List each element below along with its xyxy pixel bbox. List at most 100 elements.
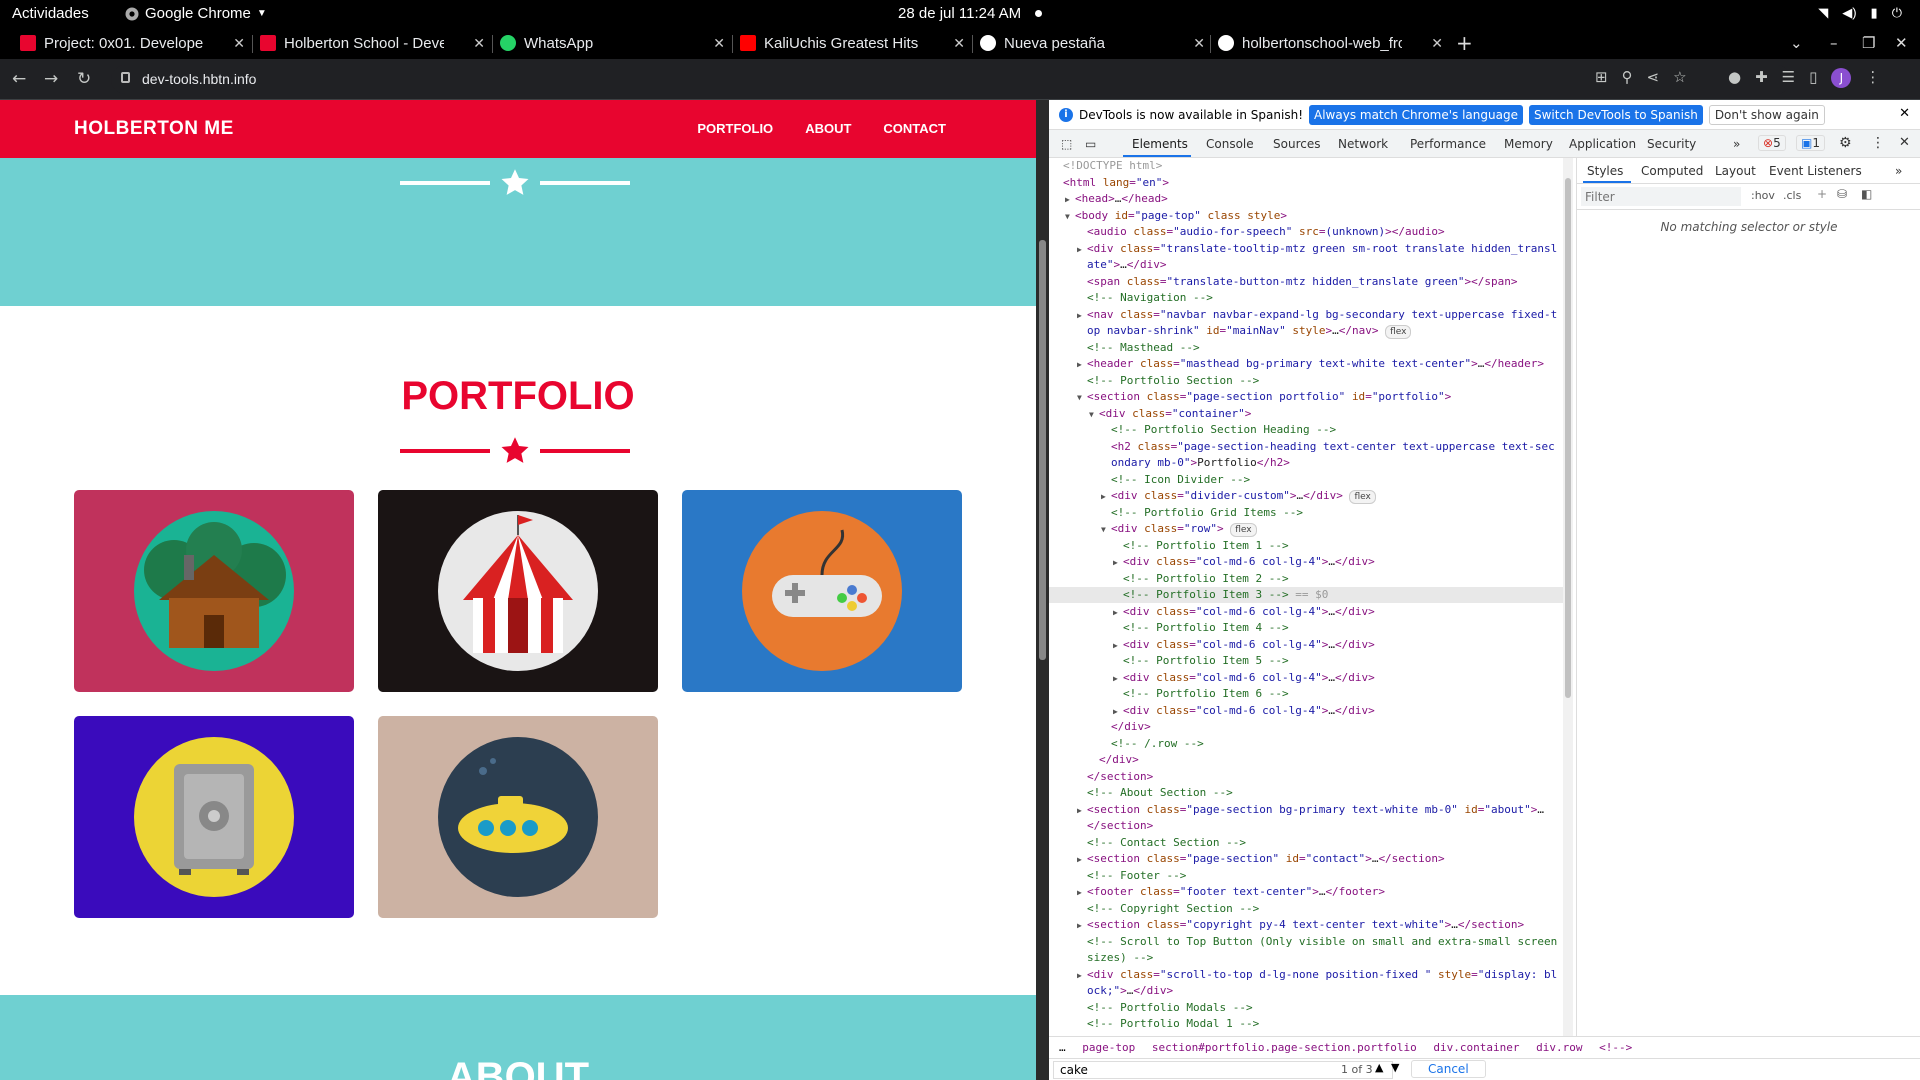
- dom-node-line[interactable]: <!-- Icon Divider -->: [1049, 472, 1568, 488]
- browser-tab[interactable]: WhatsApp ✕: [500, 27, 725, 59]
- close-tab-icon[interactable]: ✕: [1193, 35, 1205, 52]
- tab-console[interactable]: Console: [1206, 137, 1254, 151]
- nav-link-portfolio[interactable]: PORTFOLIO: [697, 121, 773, 136]
- expand-arrow-icon[interactable]: ▶: [1077, 357, 1087, 372]
- tab-performance[interactable]: Performance: [1410, 137, 1486, 151]
- switch-to-spanish-button[interactable]: Switch DevTools to Spanish: [1528, 104, 1703, 125]
- dom-node-line[interactable]: ▶ <section class="copyright py-4 text-cen…: [1049, 917, 1568, 933]
- system-tray[interactable]: ◥ ◀) ▮ ⏻: [1818, 5, 1902, 21]
- dom-node-line[interactable]: <!-- Copyright Section -->: [1049, 901, 1568, 917]
- tab-computed[interactable]: Computed: [1641, 164, 1703, 178]
- clock[interactable]: 28 de jul 11:24 AM: [898, 5, 1021, 22]
- dom-node-line[interactable]: <!-- Portfolio Section Heading -->: [1049, 422, 1568, 438]
- expand-arrow-icon[interactable]: ▶: [1077, 308, 1087, 323]
- expand-arrow-icon[interactable]: ▶: [1113, 605, 1123, 620]
- share-icon[interactable]: ⋖: [1647, 68, 1660, 86]
- errors-badge[interactable]: ⊗5: [1758, 135, 1786, 151]
- portfolio-item-cabin[interactable]: [74, 490, 354, 692]
- tab-security[interactable]: Security: [1647, 137, 1696, 151]
- dom-node-line[interactable]: <!-- Masthead -->: [1049, 340, 1568, 356]
- dom-node-line[interactable]: ▶ <nav class="navbar navbar-expand-lg bg-…: [1049, 307, 1568, 323]
- expand-arrow-icon[interactable]: ▼: [1065, 209, 1075, 224]
- nav-link-about[interactable]: ABOUT: [805, 121, 851, 136]
- dom-node-line[interactable]: <!-- Portfolio Item 1 -->: [1049, 538, 1568, 554]
- always-match-language-button[interactable]: Always match Chrome's language: [1309, 104, 1523, 125]
- dom-node-line[interactable]: ▶ <div class="col-md-6 col-lg-4">…</div>: [1049, 670, 1568, 686]
- dom-node-line[interactable]: ate">…</div>: [1049, 257, 1568, 273]
- browser-tab[interactable]: Holberton School - Develo ✕: [260, 27, 485, 59]
- tab-styles[interactable]: Styles: [1587, 164, 1623, 178]
- close-tab-icon[interactable]: ✕: [713, 35, 725, 52]
- close-tab-icon[interactable]: ✕: [233, 35, 245, 52]
- dom-node-line[interactable]: ▶ <section class="page-section bg-primary…: [1049, 802, 1568, 818]
- dom-node-line[interactable]: <!-- Portfolio Grid Items -->: [1049, 505, 1568, 521]
- dom-node-line[interactable]: <!-- Portfolio Item 3 --> == $0: [1049, 587, 1568, 603]
- close-tab-icon[interactable]: ✕: [1431, 35, 1443, 52]
- dom-node-line[interactable]: <!-- Footer -->: [1049, 868, 1568, 884]
- expand-arrow-icon[interactable]: ▶: [1113, 671, 1123, 686]
- minimize-button[interactable]: –: [1830, 27, 1838, 59]
- expand-arrow-icon[interactable]: ▶: [1101, 489, 1111, 504]
- dom-node-line[interactable]: <h2 class="page-section-heading text-cen…: [1049, 439, 1568, 455]
- search-next-icon[interactable]: ▼: [1391, 1061, 1399, 1074]
- tab-network[interactable]: Network: [1338, 137, 1388, 151]
- dom-node-line[interactable]: <!-- Portfolio Item 4 -->: [1049, 620, 1568, 636]
- expand-arrow-icon[interactable]: ▼: [1101, 522, 1111, 537]
- tab-layout[interactable]: Layout: [1715, 164, 1756, 178]
- dont-show-again-button[interactable]: Don't show again: [1708, 104, 1825, 125]
- new-tab-button[interactable]: +: [1456, 27, 1473, 59]
- breadcrumb-item[interactable]: page-top: [1082, 1041, 1135, 1054]
- expand-arrow-icon[interactable]: ▶: [1077, 968, 1087, 983]
- search-cancel-button[interactable]: Cancel: [1411, 1060, 1486, 1078]
- dom-node-line[interactable]: <!-- Contact Section -->: [1049, 835, 1568, 851]
- breadcrumb-item[interactable]: <!-->: [1599, 1041, 1632, 1054]
- expand-arrow-icon[interactable]: ▶: [1065, 192, 1075, 207]
- dom-node-line[interactable]: ▶ <div class="scroll-to-top d-lg-none pos…: [1049, 967, 1568, 983]
- dom-node-line[interactable]: </div>: [1049, 752, 1568, 768]
- dom-node-line[interactable]: <html lang="en">: [1049, 175, 1568, 191]
- dom-node-line[interactable]: </section>: [1049, 818, 1568, 834]
- browser-tab[interactable]: Nueva pestaña ✕: [980, 27, 1205, 59]
- dom-node-line[interactable]: ▶ <div class="col-md-6 col-lg-4">…</div>: [1049, 703, 1568, 719]
- dom-node-line[interactable]: <audio class="audio-for-speech" src=(unk…: [1049, 224, 1568, 240]
- dom-node-line[interactable]: </section>: [1049, 769, 1568, 785]
- translate-icon[interactable]: ⊞: [1595, 68, 1608, 86]
- puzzle-icon[interactable]: ✚: [1755, 68, 1768, 88]
- back-button[interactable]: ←: [12, 69, 26, 89]
- tab-elements[interactable]: Elements: [1132, 137, 1188, 151]
- breadcrumb-item[interactable]: div.container: [1433, 1041, 1519, 1054]
- portfolio-item-game[interactable]: [682, 490, 962, 692]
- dom-node-line[interactable]: <!-- Portfolio Modals -->: [1049, 1000, 1568, 1016]
- dom-node-line[interactable]: ▼ <section class="page-section portfolio"…: [1049, 389, 1568, 405]
- paint-icon[interactable]: ⛁: [1837, 187, 1847, 201]
- devtools-menu-icon[interactable]: ⋮: [1871, 135, 1885, 151]
- browser-tab[interactable]: KaliUchis Greatest Hits ✕: [740, 27, 965, 59]
- expand-arrow-icon[interactable]: ▶: [1113, 555, 1123, 570]
- dom-node-line[interactable]: <!-- Portfolio Item 6 -->: [1049, 686, 1568, 702]
- avatar[interactable]: J: [1831, 68, 1852, 88]
- tab-sources[interactable]: Sources: [1273, 137, 1320, 151]
- dom-node-line[interactable]: </div>: [1049, 719, 1568, 735]
- dom-node-line[interactable]: <!-- About Section -->: [1049, 785, 1568, 801]
- dom-node-line[interactable]: ▶ <div class="col-md-6 col-lg-4">…</div>: [1049, 554, 1568, 570]
- close-infobar-icon[interactable]: ✕: [1899, 106, 1910, 121]
- dom-node-line[interactable]: ▶ <section class="page-section" id="conta…: [1049, 851, 1568, 867]
- dom-node-line[interactable]: <!-- Portfolio Item 2 -->: [1049, 571, 1568, 587]
- tab-event-listeners[interactable]: Event Listeners: [1769, 164, 1862, 178]
- tab-search-button[interactable]: ⌄: [1790, 27, 1803, 59]
- dom-node-line[interactable]: ▶ <div class="divider-custom">…</div> fle…: [1049, 488, 1568, 504]
- class-toggle-button[interactable]: .cls: [1783, 189, 1801, 202]
- scrollbar-thumb[interactable]: [1039, 240, 1046, 660]
- maximize-button[interactable]: ❐: [1862, 27, 1875, 59]
- breadcrumb-more-icon[interactable]: …: [1059, 1041, 1066, 1054]
- bookmark-star-icon[interactable]: ☆: [1673, 68, 1686, 86]
- dom-node-line[interactable]: <!-- /.row -->: [1049, 736, 1568, 752]
- expand-arrow-icon[interactable]: ▶: [1077, 803, 1087, 818]
- dom-node-line[interactable]: ▶ <header class="masthead bg-primary text…: [1049, 356, 1568, 372]
- dom-node-line[interactable]: <!-- Scroll to Top Button (Only visible …: [1049, 934, 1568, 950]
- tab-application[interactable]: Application: [1569, 137, 1636, 151]
- more-subtabs-icon[interactable]: »: [1895, 164, 1902, 178]
- dom-node-line[interactable]: ▶ <div class="col-md-6 col-lg-4">…</div>: [1049, 637, 1568, 653]
- dom-node-line[interactable]: ondary mb-0">Portfolio</h2>: [1049, 455, 1568, 471]
- dom-node-line[interactable]: op navbar-shrink" id="mainNav" style>…</…: [1049, 323, 1568, 339]
